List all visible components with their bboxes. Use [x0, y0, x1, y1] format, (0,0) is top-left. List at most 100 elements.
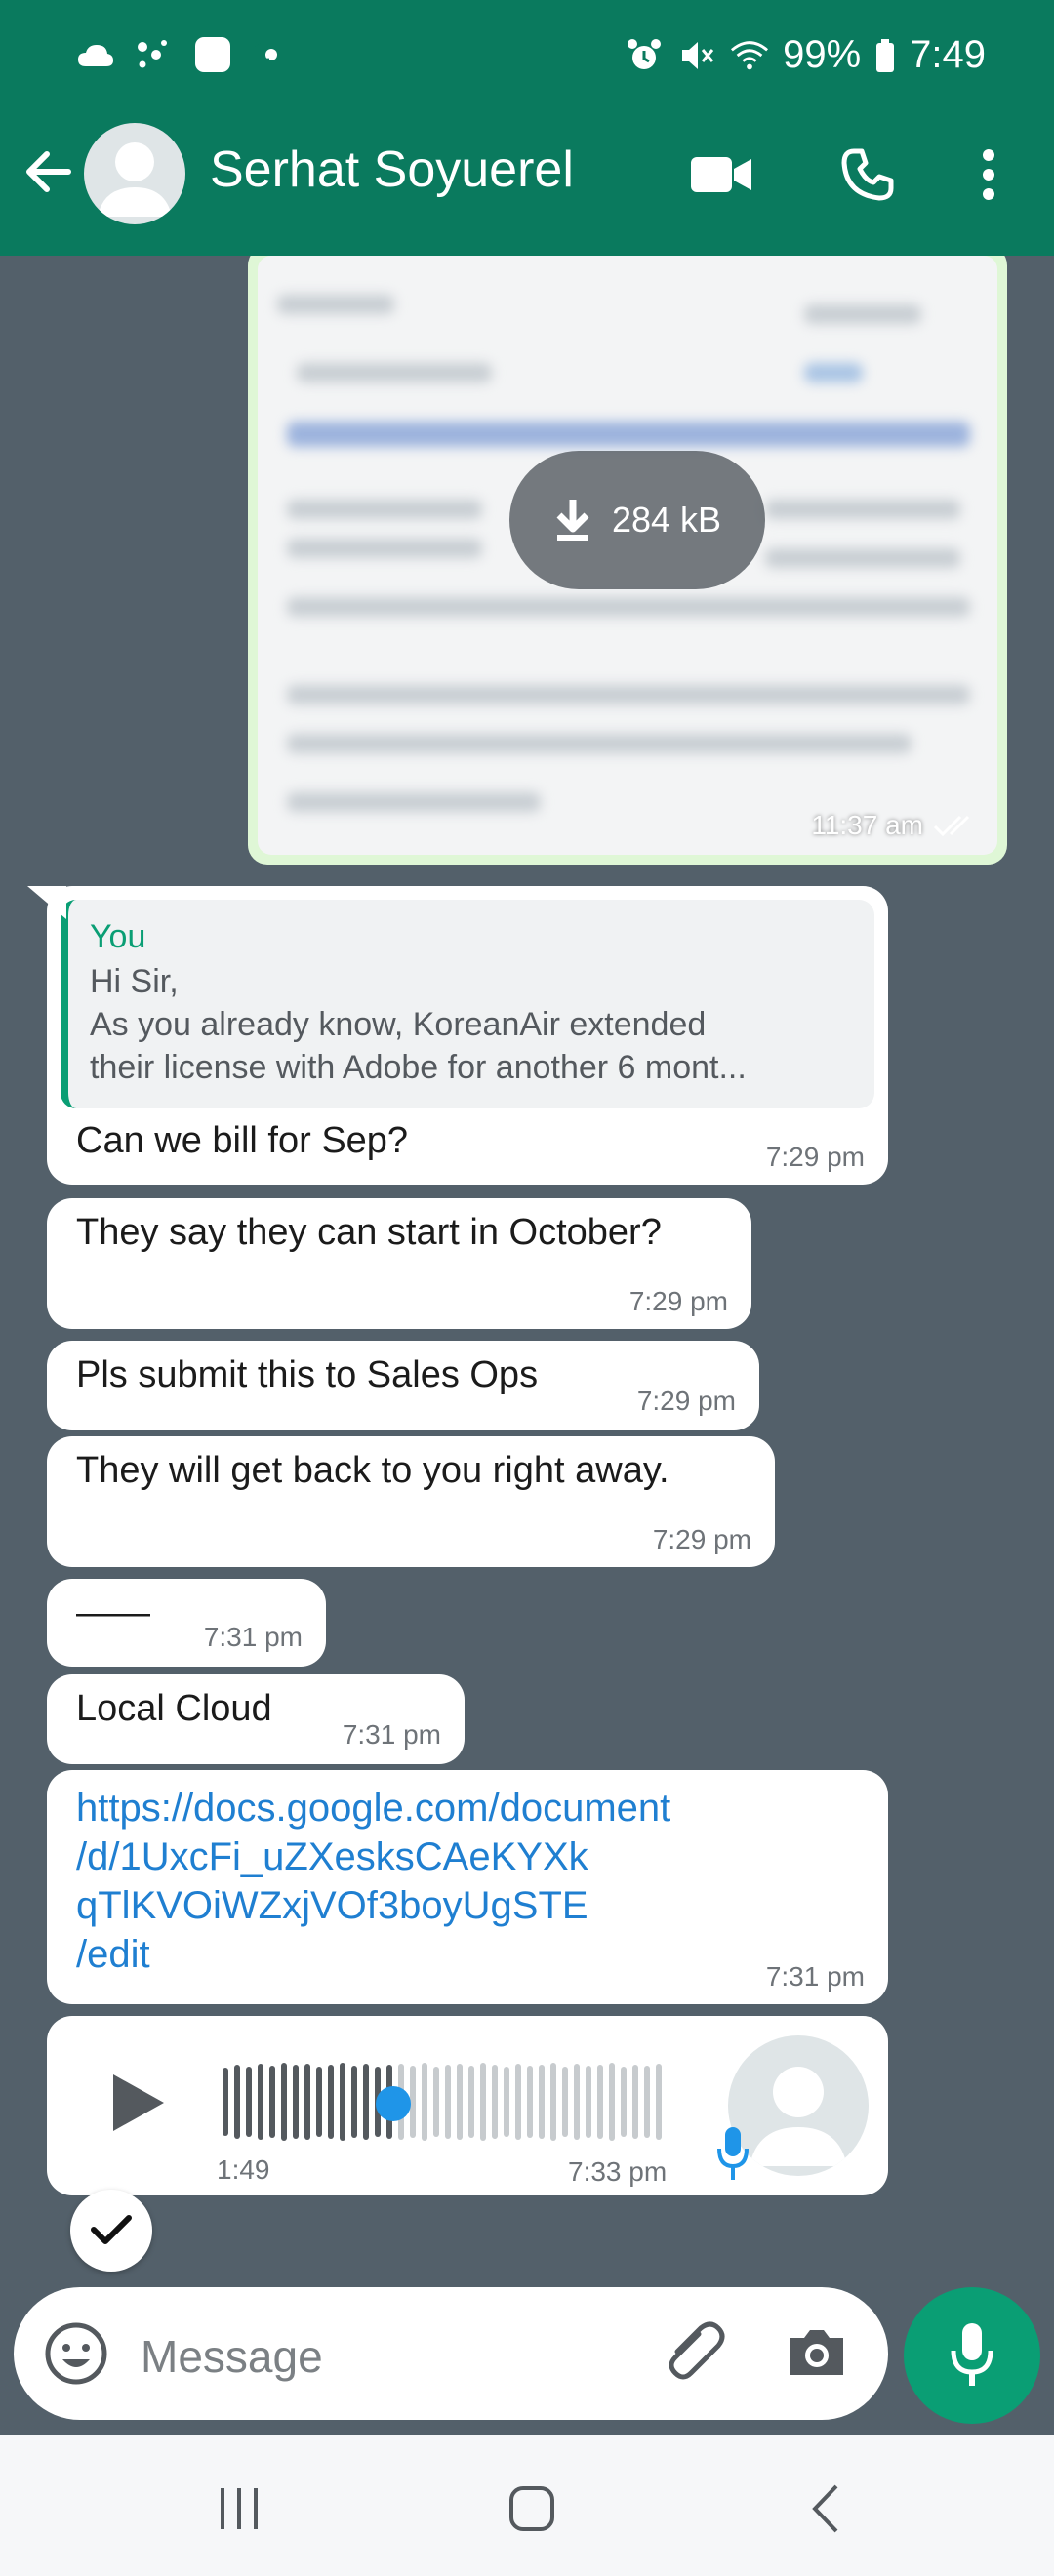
message-bubble[interactable]: Pls submit this to Sales Ops 7:29 pm: [47, 1341, 759, 1430]
home-icon[interactable]: [498, 2475, 566, 2543]
battery-icon: [874, 36, 896, 75]
message-time: 7:31 pm: [203, 1622, 303, 1652]
waveform-bar: [621, 2067, 627, 2137]
message-time: 7:31 pm: [342, 1719, 441, 1750]
quote-line: As you already know, KoreanAir extended: [90, 1006, 707, 1043]
waveform-bar: [468, 2066, 474, 2138]
message-text: Can we bill for Sep?: [76, 1120, 409, 1161]
download-icon: [556, 500, 589, 541]
message-text: Pls submit this to Sales Ops: [76, 1354, 539, 1395]
message-bubble[interactable]: They will get back to you right away. 7:…: [47, 1436, 775, 1567]
cloud-icon: [76, 35, 115, 74]
wifi-icon: [730, 36, 769, 75]
quoted-message[interactable]: You Hi Sir, As you already know, KoreanA…: [61, 900, 874, 1108]
waveform-bar: [539, 2065, 545, 2139]
message-time: 7:33 pm: [568, 2156, 668, 2187]
recent-apps-icon[interactable]: [205, 2475, 273, 2543]
check-icon: [70, 2190, 152, 2272]
status-bar: 1 99% 7:49: [0, 0, 1054, 115]
chat-header: Serhat Soyuerel: [0, 115, 1054, 256]
waveform-bar: [281, 2063, 287, 2141]
chat-area[interactable]: 284 kB 11:37 am You Hi Sir, As you alrea…: [0, 256, 1054, 2274]
download-button[interactable]: 284 kB: [509, 451, 765, 589]
file-size: 284 kB: [611, 500, 722, 540]
voice-record-button[interactable]: [904, 2287, 1040, 2424]
message-bubble[interactable]: They say they can start in October? 7:29…: [47, 1198, 751, 1329]
message-time: 7:29 pm: [765, 1142, 865, 1172]
waveform-bar: [340, 2063, 345, 2141]
clock: 7:49: [910, 33, 986, 76]
link-line[interactable]: https://docs.google.com/document: [76, 1784, 859, 1832]
waveform-bar: [223, 2068, 228, 2136]
emoji-icon[interactable]: [43, 2320, 109, 2387]
play-icon[interactable]: [105, 2071, 170, 2135]
dots-icon: [135, 35, 174, 74]
waveform-bar: [293, 2065, 299, 2139]
message-time: 7:29 pm: [652, 1524, 751, 1554]
voice-call-icon[interactable]: [835, 142, 900, 207]
quote-line: Hi Sir,: [90, 963, 179, 1000]
message-text: They say they can start in October?: [76, 1212, 662, 1253]
quote-line: their license with Adobe for another 6 m…: [90, 1049, 747, 1086]
waveform-bar: [445, 2065, 451, 2139]
microphone-icon: [716, 2125, 750, 2184]
message-bubble[interactable]: —— 7:31 pm: [47, 1579, 326, 1667]
link-line[interactable]: qTlKVOiWZxjVOf3boyUgSTE: [76, 1881, 859, 1930]
waveform-bar: [644, 2066, 650, 2138]
waveform-bar: [328, 2065, 334, 2139]
waveform-bar: [574, 2064, 580, 2140]
waveform-bar: [480, 2063, 486, 2141]
audio-waveform[interactable]: [223, 2063, 671, 2141]
message-time: 11:37 am: [811, 810, 978, 841]
contact-avatar[interactable]: [84, 123, 185, 224]
message-time: 7:29 pm: [636, 1386, 736, 1416]
waveform-bar: [597, 2065, 603, 2139]
battery-percent: 99%: [783, 33, 862, 76]
voice-duration: 1:49: [217, 2154, 270, 2185]
back-nav-icon[interactable]: [792, 2475, 861, 2543]
message-text: They will get back to you right away.: [76, 1450, 669, 1491]
mute-icon: [677, 36, 716, 75]
image-thumbnail[interactable]: 284 kB 11:37 am: [258, 256, 997, 855]
link-line[interactable]: /edit: [76, 1930, 859, 1979]
more-options-icon[interactable]: [956, 142, 1021, 207]
waveform-bar: [433, 2067, 439, 2137]
link-line[interactable]: /d/1UxcFi_uZXesksCAeKYXk: [76, 1832, 859, 1881]
message-bubble[interactable]: Local Cloud 7:31 pm: [47, 1674, 465, 1764]
waveform-bar: [504, 2067, 509, 2137]
message-input[interactable]: Message: [141, 2330, 323, 2383]
image-message[interactable]: 284 kB 11:37 am: [248, 256, 1007, 865]
status-right: 99% 7:49: [625, 33, 986, 77]
notification-badge-count: 1: [253, 33, 270, 68]
waveform-bar: [304, 2064, 310, 2140]
waveform-bar: [316, 2067, 322, 2137]
waveform-bar: [550, 2063, 556, 2141]
waveform-bar: [562, 2067, 568, 2137]
voice-message[interactable]: 1:49 7:33 pm: [47, 2016, 888, 2195]
playback-knob[interactable]: [376, 2086, 411, 2121]
waveform-bar: [632, 2065, 638, 2139]
quote-author: You: [90, 918, 146, 955]
camera-icon[interactable]: [785, 2320, 849, 2385]
waveform-bar: [258, 2064, 264, 2140]
alarm-icon: [625, 36, 664, 75]
waveform-bar: [492, 2065, 498, 2139]
notification-badge-icon: [193, 35, 232, 74]
video-call-icon[interactable]: [689, 142, 753, 207]
attach-icon[interactable]: [658, 2316, 730, 2389]
waveform-bar: [586, 2066, 591, 2138]
waveform-bar: [246, 2067, 252, 2137]
back-arrow-icon[interactable]: [20, 142, 78, 201]
waveform-bar: [609, 2063, 615, 2141]
waveform-bar: [351, 2066, 357, 2138]
message-composer[interactable]: Message: [14, 2287, 888, 2420]
waveform-bar: [363, 2064, 369, 2140]
message-time: 7:31 pm: [765, 1961, 865, 1992]
waveform-bar: [422, 2063, 427, 2141]
waveform-bar: [515, 2064, 521, 2140]
message-bubble[interactable]: You Hi Sir, As you already know, KoreanA…: [27, 886, 888, 1185]
message-bubble[interactable]: https://docs.google.com/document /d/1Uxc…: [47, 1770, 888, 2004]
waveform-bar: [234, 2065, 240, 2139]
contact-name[interactable]: Serhat Soyuerel: [210, 141, 574, 199]
waveform-bar: [527, 2066, 533, 2138]
